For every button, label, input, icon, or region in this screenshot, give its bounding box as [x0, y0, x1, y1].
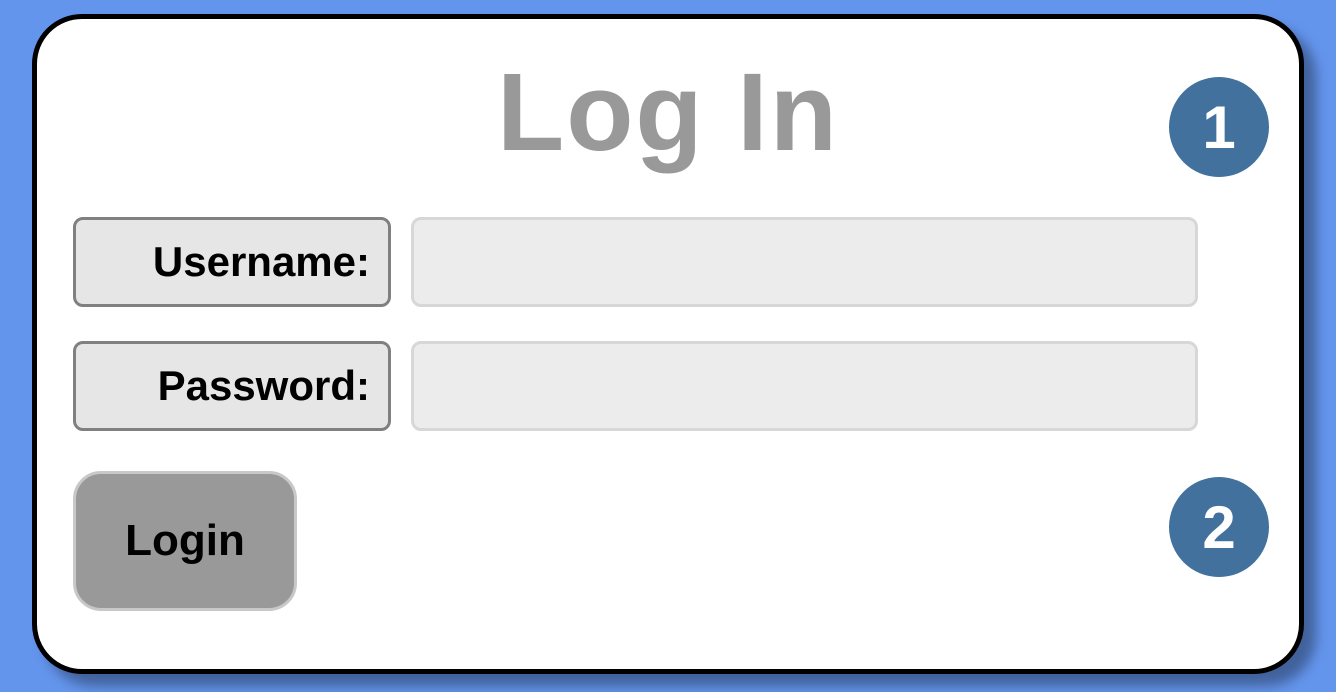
password-row: Password: — [73, 341, 1198, 431]
username-label: Username: — [73, 217, 391, 307]
username-input[interactable] — [411, 217, 1198, 307]
password-label: Password: — [73, 341, 391, 431]
page-title: Log In — [37, 49, 1299, 176]
callout-badge-1: 1 — [1169, 77, 1269, 177]
callout-badge-2: 2 — [1169, 477, 1269, 577]
password-input[interactable] — [411, 341, 1198, 431]
login-button[interactable]: Login — [73, 471, 297, 611]
panel-inner: Log In Username: Password: Login 1 2 — [37, 19, 1299, 669]
login-panel: Log In Username: Password: Login 1 2 — [32, 14, 1304, 674]
username-row: Username: — [73, 217, 1198, 307]
